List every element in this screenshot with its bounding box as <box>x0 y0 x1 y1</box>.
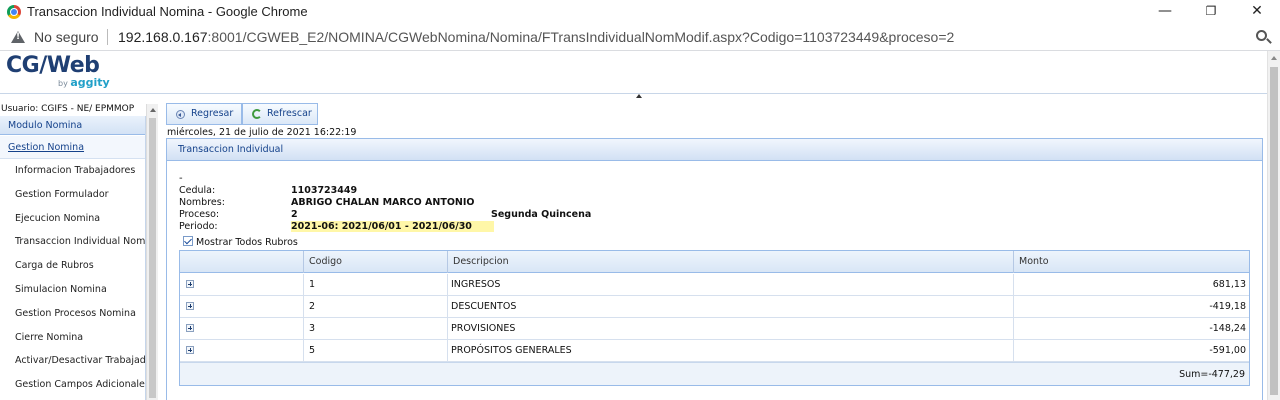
show-all-rubros-checkbox[interactable] <box>183 236 193 246</box>
row-monto: -148,24 <box>1013 318 1249 340</box>
table-row[interactable]: 3 PROVISIONES -148,24 <box>180 318 1249 340</box>
sidebar-scrollbar[interactable] <box>146 104 158 400</box>
row-descripcion: PROPÓSITOS GENERALES <box>447 340 1013 362</box>
refresh-button-label: Refrescar <box>267 108 312 119</box>
table-row[interactable]: 2 DESCUENTOS -419,18 <box>180 296 1249 318</box>
cedula-value: 1103723449 <box>291 185 358 196</box>
grid-col-monto[interactable]: Monto <box>1013 251 1249 273</box>
sidebar-group-gestion-nomina[interactable]: Gestion Nomina <box>0 136 145 159</box>
page-scrollbar[interactable] <box>1267 51 1280 400</box>
sidebar-item-ejecucion-nomina[interactable]: Ejecucion Nomina <box>0 207 145 231</box>
sidebar-item-cierre-nomina[interactable]: Cierre Nomina <box>0 326 145 350</box>
row-codigo: 5 <box>303 340 447 362</box>
expand-row-icon[interactable] <box>186 346 194 354</box>
collapse-header-icon[interactable] <box>636 94 642 98</box>
cgweb-logo: CG/Web by aggity <box>6 53 110 90</box>
expand-row-icon[interactable] <box>186 324 194 332</box>
sidebar-item-transaccion-individual[interactable]: Transaccion Individual Nomina <box>0 230 145 254</box>
back-button[interactable]: Regresar <box>166 103 242 125</box>
grid-header: Codigo Descripcion Monto <box>180 251 1249 273</box>
cedula-label: Cedula: <box>179 185 216 196</box>
show-all-rubros-option[interactable]: Mostrar Todos Rubros <box>183 236 298 248</box>
browser-title-bar: Transaccion Individual Nomina - Google C… <box>0 0 1280 24</box>
sidebar-item-carga-rubros[interactable]: Carga de Rubros <box>0 254 145 278</box>
address-separator <box>107 29 108 45</box>
proceso-description: Segunda Quincena <box>491 209 592 220</box>
grid-footer: Sum=-477,29 <box>180 362 1249 385</box>
panel-title: Transaccion Individual <box>167 139 1262 161</box>
window-title: Transaccion Individual Nomina - Google C… <box>27 4 308 19</box>
restore-button[interactable]: ❐ <box>1188 0 1234 24</box>
nombres-value: ABRIGO CHALAN MARCO ANTONIO <box>291 197 475 208</box>
url-text[interactable]: 192.168.0.167:8001/CGWEB_E2/NOMINA/CGWeb… <box>118 29 954 45</box>
table-row[interactable]: 5 PROPÓSITOS GENERALES -591,00 <box>180 340 1249 362</box>
row-descripcion: PROVISIONES <box>447 318 1013 340</box>
rubros-grid: Codigo Descripcion Monto 1 INGRESOS 681,… <box>179 250 1250 386</box>
zoom-icon[interactable] <box>1256 30 1267 41</box>
sidebar-item-gestion-procesos[interactable]: Gestion Procesos Nomina <box>0 302 145 326</box>
refresh-icon <box>252 109 262 119</box>
row-monto: -591,00 <box>1013 340 1249 362</box>
row-codigo: 2 <box>303 296 447 318</box>
expand-row-icon[interactable] <box>186 280 194 288</box>
proceso-value: 2 <box>291 209 298 220</box>
grid-col-descripcion[interactable]: Descripcion <box>447 251 1013 273</box>
show-all-rubros-label: Mostrar Todos Rubros <box>196 237 298 248</box>
scroll-up-icon[interactable] <box>1271 56 1277 60</box>
transaction-panel: Transaccion Individual - Cedula: 1103723… <box>166 138 1263 400</box>
panel-dash: - <box>179 173 183 184</box>
security-status[interactable]: No seguro <box>34 29 99 45</box>
back-arrow-icon <box>176 110 185 119</box>
periodo-value: 2021-06: 2021/06/01 - 2021/06/30 <box>291 221 494 232</box>
logo-text: CG/Web <box>6 53 100 78</box>
sidebar-scroll-thumb[interactable] <box>149 118 156 398</box>
sidebar: Modulo Nomina Gestion Nomina Informacion… <box>0 116 146 400</box>
minimize-button[interactable]: — <box>1142 0 1188 24</box>
logo-brand: aggity <box>70 76 110 89</box>
row-monto: -419,18 <box>1013 296 1249 318</box>
expand-row-icon[interactable] <box>186 302 194 310</box>
logo-by: by <box>58 79 68 88</box>
table-row[interactable]: 1 INGRESOS 681,13 <box>180 274 1249 296</box>
scroll-thumb[interactable] <box>1270 67 1278 395</box>
back-button-label: Regresar <box>191 108 234 119</box>
chrome-icon <box>7 5 21 19</box>
row-codigo: 1 <box>303 274 447 296</box>
warning-icon[interactable] <box>11 31 25 43</box>
sidebar-item-activar-desactivar[interactable]: Activar/Desactivar Trabajadores <box>0 349 145 373</box>
app-header: CG/Web by aggity <box>0 51 1267 94</box>
row-codigo: 3 <box>303 318 447 340</box>
sidebar-item-simulacion-nomina[interactable]: Simulacion Nomina <box>0 278 145 302</box>
row-monto: 681,13 <box>1013 274 1249 296</box>
periodo-label: Periodo: <box>179 221 218 232</box>
url-path: :8001/CGWEB_E2/NOMINA/CGWebNomina/Nomina… <box>207 29 955 45</box>
current-date: miércoles, 21 de julio de 2021 16:22:19 <box>167 127 357 138</box>
nombres-label: Nombres: <box>179 197 225 208</box>
sidebar-item-campos-adicionales[interactable]: Gestion Campos Adicionales <box>0 373 145 397</box>
grid-col-codigo[interactable]: Codigo <box>303 251 447 273</box>
row-descripcion: INGRESOS <box>447 274 1013 296</box>
sidebar-item-gestion-formulador[interactable]: Gestion Formulador <box>0 183 145 207</box>
logo-byline: by aggity <box>58 76 110 89</box>
row-descripcion: DESCUENTOS <box>447 296 1013 318</box>
grid-sum: Sum=-477,29 <box>1179 369 1245 380</box>
refresh-button[interactable]: Refrescar <box>242 103 318 125</box>
url-host: 192.168.0.167 <box>118 29 208 45</box>
sidebar-scroll-up-icon[interactable] <box>150 108 156 112</box>
sidebar-item-informacion-trabajadores[interactable]: Informacion Trabajadores <box>0 159 145 183</box>
close-window-button[interactable]: ✕ <box>1234 0 1280 24</box>
proceso-label: Proceso: <box>179 209 220 220</box>
address-bar[interactable]: No seguro 192.168.0.167:8001/CGWEB_E2/NO… <box>0 24 1280 51</box>
grid-col-expand[interactable] <box>180 251 303 273</box>
user-label: Usuario: CGIFS - NE/ EPMMOP <box>1 104 135 114</box>
sidebar-module-header[interactable]: Modulo Nomina <box>0 116 145 135</box>
